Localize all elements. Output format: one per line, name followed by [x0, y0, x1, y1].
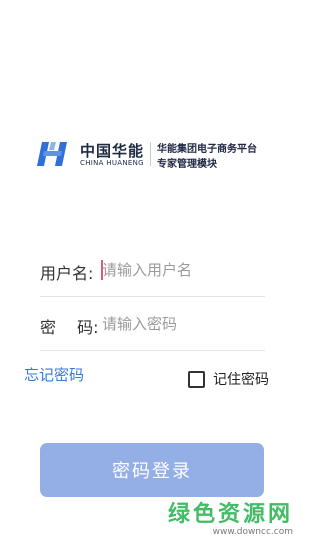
- remember-label: 记住密码: [213, 372, 269, 388]
- forgot-password-link[interactable]: 忘记密码: [24, 364, 84, 385]
- brand-name-en: CHINA HUANENG: [80, 159, 144, 167]
- brand-name-cn: 中国华能: [80, 142, 145, 160]
- watermark: 绿色资源网 www.downcc.com: [168, 496, 293, 537]
- username-label: 用户名:: [40, 264, 94, 283]
- remember-checkbox[interactable]: [188, 370, 205, 388]
- logo-divider: [150, 142, 151, 166]
- password-input[interactable]: [102, 310, 262, 338]
- remember-password-toggle[interactable]: 记住密码: [188, 368, 269, 390]
- username-row: 用户名:: [40, 246, 265, 297]
- brand-subtitle-line1: 华能集团电子商务平台: [157, 144, 257, 155]
- watermark-url: www.downcc.com: [212, 527, 293, 537]
- watermark-text: 绿色资源网: [167, 502, 293, 527]
- password-row: 密 码:: [40, 300, 265, 351]
- huaneng-logo-icon: [37, 142, 67, 166]
- password-label: 密 码:: [40, 318, 99, 337]
- brand-subtitle-line2: 专家管理模块: [157, 159, 217, 170]
- password-login-button[interactable]: 密码登录: [40, 443, 264, 497]
- brand-logo: 中国华能 CHINA HUANENG 华能集团电子商务平台 专家管理模块: [36, 136, 276, 176]
- username-input[interactable]: [102, 256, 262, 284]
